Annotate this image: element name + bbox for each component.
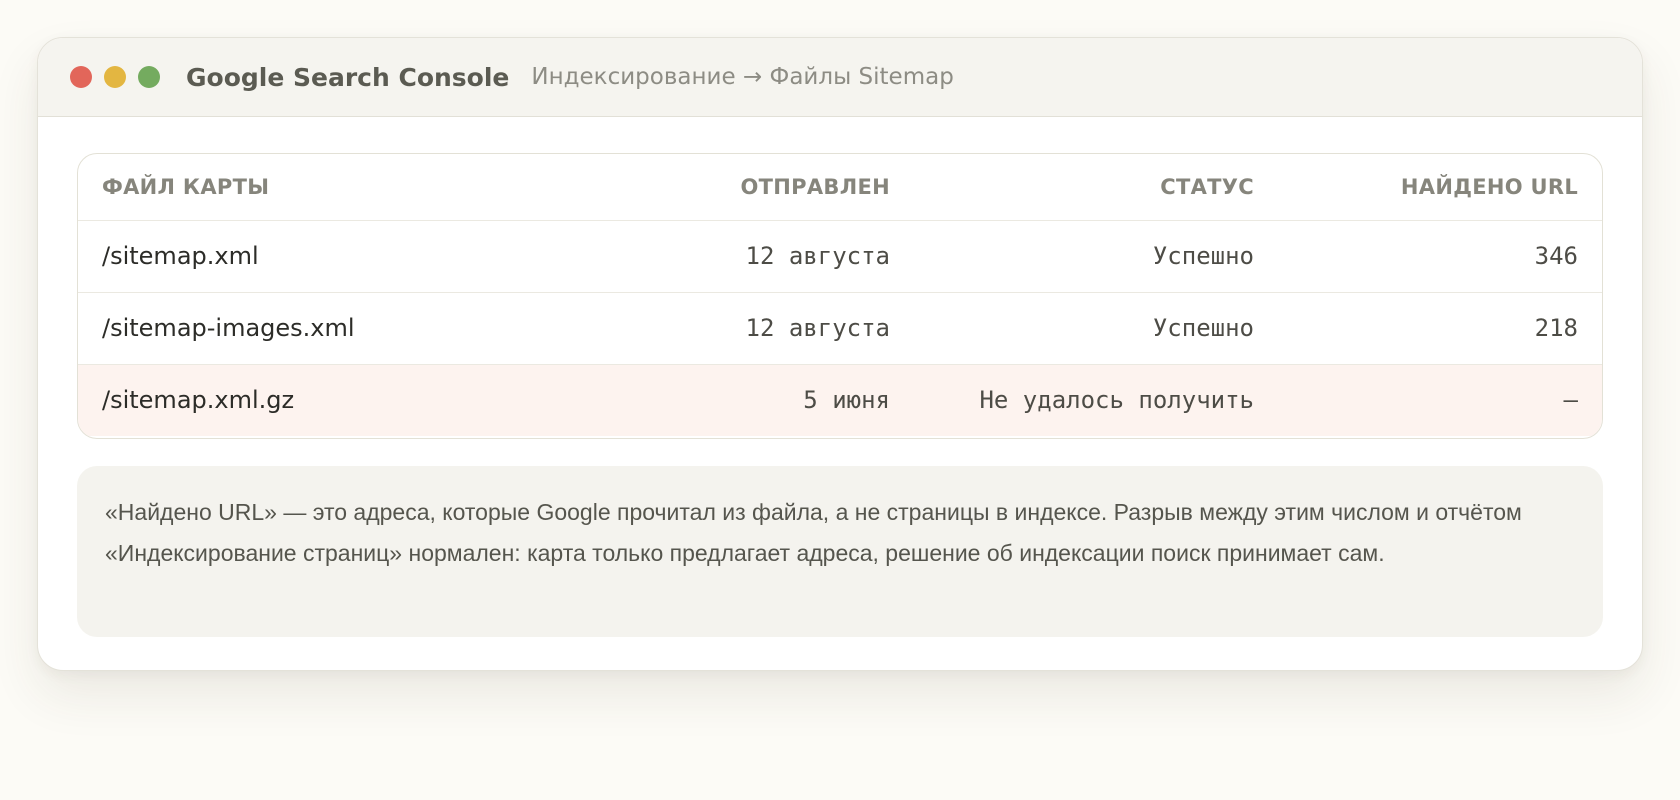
found-urls-cell: —: [1278, 364, 1602, 436]
sent-date-cell: 5 июня: [578, 364, 914, 436]
table-row[interactable]: /sitemap-images.xml 12 августа Успешно 2…: [78, 292, 1602, 365]
column-header-file[interactable]: Файл карты: [78, 154, 578, 221]
close-window-button[interactable]: [70, 66, 92, 88]
status-cell: Не удалось получить: [914, 364, 1278, 436]
column-header-found-urls[interactable]: Найдено URL: [1278, 154, 1602, 221]
title-bar: Google Search Console Индексирование → Ф…: [38, 38, 1642, 117]
table-row[interactable]: /sitemap.xml 12 августа Успешно 346: [78, 220, 1602, 293]
minimize-window-button[interactable]: [104, 66, 126, 88]
table-row-error[interactable]: /sitemap.xml.gz 5 июня Не удалось получи…: [78, 364, 1602, 436]
status-cell: Успешно: [914, 292, 1278, 365]
maximize-window-button[interactable]: [138, 66, 160, 88]
sent-date-cell: 12 августа: [578, 292, 914, 365]
app-window: Google Search Console Индексирование → Ф…: [37, 37, 1643, 671]
sitemap-file-cell: /sitemap-images.xml: [78, 292, 578, 365]
found-urls-cell: 346: [1278, 220, 1602, 293]
column-header-sent[interactable]: Отправлен: [578, 154, 914, 221]
table-header-row: Файл карты Отправлен Статус Найдено URL: [78, 154, 1602, 221]
app-title: Google Search Console: [186, 62, 510, 92]
breadcrumb: Индексирование → Файлы Sitemap: [531, 64, 954, 90]
found-urls-cell: 218: [1278, 292, 1602, 365]
sitemaps-table: Файл карты Отправлен Статус Найдено URL …: [78, 154, 1602, 436]
status-cell: Успешно: [914, 220, 1278, 293]
sitemap-file-cell: /sitemap.xml: [78, 220, 578, 293]
sitemaps-table-card: Файл карты Отправлен Статус Найдено URL …: [77, 153, 1603, 439]
sent-date-cell: 12 августа: [578, 220, 914, 293]
sitemap-file-cell: /sitemap.xml.gz: [78, 364, 578, 436]
info-note: «Найдено URL» — это адреса, которые Goog…: [77, 466, 1603, 637]
column-header-status[interactable]: Статус: [914, 154, 1278, 221]
